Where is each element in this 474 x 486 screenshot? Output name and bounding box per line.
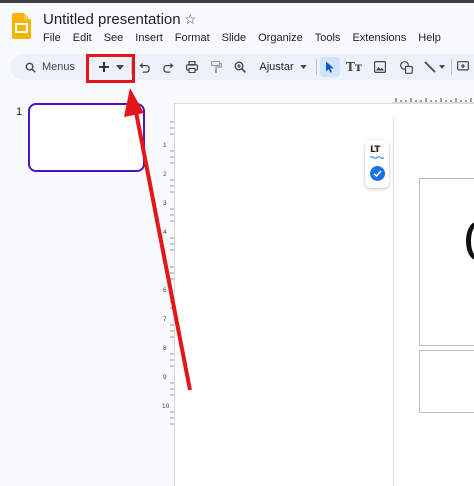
select-cursor-icon <box>326 61 334 73</box>
line-icon <box>423 61 436 73</box>
title-placeholder[interactable] <box>419 178 474 346</box>
menu-file[interactable]: File <box>37 30 67 46</box>
annotation-highlight-box <box>86 54 135 83</box>
toolbar-divider <box>316 59 317 75</box>
window-top-edge <box>0 0 474 3</box>
toolbar: Menus Ajustar Tт <box>10 54 474 80</box>
search-menus-label: Menus <box>41 61 76 73</box>
paint-format-icon <box>210 61 222 73</box>
zoom-button[interactable] <box>231 57 249 77</box>
horizontal-ruler <box>392 98 474 103</box>
insert-image-button[interactable] <box>370 57 390 77</box>
line-button[interactable] <box>421 57 447 77</box>
ruler-label-9: 9 <box>163 374 167 381</box>
ruler-label-5: 5 <box>163 258 167 265</box>
subtitle-placeholder[interactable] <box>419 350 474 413</box>
menu-tools[interactable]: Tools <box>309 30 347 46</box>
paint-format-button[interactable] <box>207 57 225 77</box>
print-icon <box>186 61 198 73</box>
text-box-button[interactable]: Tт <box>344 57 364 77</box>
wave-underline-icon <box>370 156 384 159</box>
slides-logo-icon[interactable] <box>12 13 31 39</box>
chevron-down-icon <box>299 65 307 69</box>
menu-extensions[interactable]: Extensions <box>346 30 412 46</box>
search-icon <box>25 62 36 73</box>
lt-label: LT <box>370 145 381 155</box>
check-circle-icon[interactable] <box>370 166 385 181</box>
select-tool-button[interactable] <box>320 57 340 77</box>
star-icon[interactable]: ☆ <box>184 11 197 28</box>
ruler-label-2: 2 <box>163 171 167 178</box>
ruler-label-1: 1 <box>163 142 167 149</box>
ruler-label-7: 7 <box>163 316 167 323</box>
menu-slide[interactable]: Slide <box>216 30 252 46</box>
ruler-label-10: 10 <box>162 403 170 410</box>
zoom-fit-dropdown[interactable]: Ajustar <box>255 57 311 77</box>
menu-help[interactable]: Help <box>412 30 447 46</box>
redo-icon <box>162 62 174 73</box>
ruler-label-4: 4 <box>163 229 167 236</box>
zoom-icon <box>234 61 246 73</box>
menu-see[interactable]: See <box>98 30 130 46</box>
ruler-label-3: 3 <box>163 200 167 207</box>
redo-button[interactable] <box>159 57 177 77</box>
shape-button[interactable] <box>396 57 416 77</box>
toolbar-divider <box>451 59 452 75</box>
undo-button[interactable] <box>135 57 153 77</box>
ruler-label-8: 8 <box>163 345 167 352</box>
language-tool-chip[interactable]: LT <box>365 140 389 188</box>
zoom-level-label: Ajustar <box>259 61 294 73</box>
vertical-ruler: 1 2 3 4 5 6 7 8 9 10 <box>162 121 174 425</box>
shape-icon <box>399 60 413 74</box>
menu-format[interactable]: Format <box>169 30 216 46</box>
menu-insert[interactable]: Insert <box>129 30 169 46</box>
image-icon <box>374 61 386 73</box>
menu-bar: File Edit See Insert Format Slide Organi… <box>37 30 447 46</box>
comment-button[interactable] <box>456 57 470 77</box>
menu-edit[interactable]: Edit <box>67 30 98 46</box>
presentation-title[interactable]: Untitled presentation <box>43 11 181 28</box>
text-box-icon: Tт <box>345 60 363 74</box>
ruler-label-6: 6 <box>163 287 167 294</box>
dropdown-caret-icon <box>438 65 445 69</box>
search-menus-button[interactable]: Menus <box>14 56 86 78</box>
undo-icon <box>138 62 150 73</box>
slide-number: 1 <box>16 106 23 118</box>
menu-organize[interactable]: Organize <box>252 30 309 46</box>
comment-icon <box>457 61 469 71</box>
print-button[interactable] <box>183 57 201 77</box>
slide-thumbnail[interactable] <box>28 103 145 172</box>
